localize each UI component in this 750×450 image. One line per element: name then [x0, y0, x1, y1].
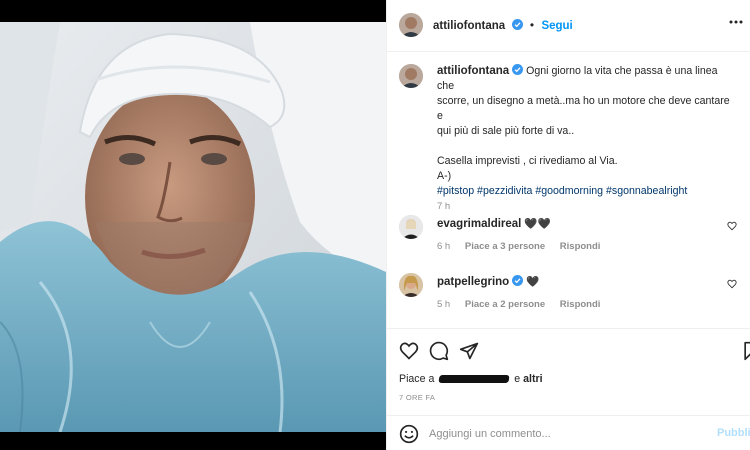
comment-heart-icon[interactable] — [727, 221, 737, 231]
likes-others[interactable]: altri — [523, 373, 542, 385]
more-icon[interactable] — [729, 20, 743, 24]
comment-likes[interactable]: Piace a 2 persone — [465, 299, 545, 310]
likes-prefix: Piace a — [399, 373, 435, 385]
comment-username[interactable]: evagrimaldireal — [437, 218, 521, 230]
heart-icon[interactable] — [399, 341, 419, 361]
post-photo[interactable] — [0, 22, 386, 432]
comment-text-row: patpellegrino 🖤 — [437, 275, 539, 288]
bookmark-icon[interactable] — [741, 341, 750, 361]
add-comment-bar: Pubblica — [387, 415, 750, 450]
caption-author-avatar[interactable] — [399, 64, 423, 88]
comment-meta: 5 h Piace a 2 persone Rispondi — [437, 299, 612, 310]
share-icon[interactable] — [459, 341, 479, 361]
redacted-username — [438, 375, 510, 383]
caption-username[interactable]: attiliofontana — [437, 65, 509, 77]
post-photo-image — [0, 22, 386, 432]
publish-button[interactable]: Pubblica — [717, 427, 750, 439]
emoji-icon[interactable] — [399, 424, 419, 444]
post-header: attiliofontana • Segui — [387, 0, 750, 52]
comment-meta: 6 h Piace a 3 persone Rispondi — [437, 241, 612, 252]
post-caption: attiliofontana Ogni giorno la vita che p… — [437, 64, 737, 214]
author-username[interactable]: attiliofontana — [433, 20, 505, 32]
commenter-avatar[interactable] — [399, 273, 423, 297]
follow-button[interactable]: Segui — [541, 20, 572, 32]
caption-line-3: qui più di sale più forte di va.. — [437, 125, 575, 137]
comment-icon[interactable] — [429, 341, 449, 361]
author-avatar[interactable] — [399, 13, 423, 37]
post-photo-pane — [0, 0, 386, 450]
verified-icon — [512, 64, 524, 75]
commenter-avatar[interactable] — [399, 215, 423, 239]
post-modal: attiliofontana • Segui attiliofontana Og… — [0, 0, 750, 450]
verified-icon — [511, 19, 523, 30]
comment-text: 🖤🖤 — [524, 218, 551, 230]
caption-hashtags[interactable]: #pitstop #pezzidivita #goodmorning #sgon… — [437, 184, 737, 199]
verified-icon — [512, 275, 524, 286]
caption-line-4: Casella imprevisti , ci rivediamo al Via… — [437, 155, 618, 167]
comment-likes[interactable]: Piace a 3 persone — [465, 241, 545, 252]
comment-time[interactable]: 6 h — [437, 241, 450, 252]
header-user-row: attiliofontana • Segui — [433, 18, 573, 32]
separator-dot: • — [529, 18, 535, 32]
comment-input[interactable] — [429, 425, 699, 443]
comment-username[interactable]: patpellegrino — [437, 276, 509, 288]
comment-text: 🖤 — [526, 276, 540, 288]
comment-reply-button[interactable]: Rispondi — [560, 299, 601, 310]
likes-and: e — [514, 373, 521, 385]
caption-line-5: A-) — [437, 170, 452, 182]
comment-time[interactable]: 5 h — [437, 299, 450, 310]
comment-reply-button[interactable]: Rispondi — [560, 241, 601, 252]
post-timestamp[interactable]: 7 ORE FA — [399, 393, 435, 402]
caption-line-2: scorre, un disegno a metà..ma ho un moto… — [437, 95, 730, 122]
comment-heart-icon[interactable] — [727, 279, 737, 289]
caption-time[interactable]: 7 h — [437, 199, 737, 214]
comments-section: attiliofontana Ogni giorno la vita che p… — [387, 52, 750, 328]
comment-text-row: evagrimaldireal 🖤🖤 — [437, 217, 551, 230]
likes-summary[interactable]: Piace a e altri — [399, 373, 543, 385]
post-sidebar: attiliofontana • Segui attiliofontana Og… — [386, 0, 750, 450]
